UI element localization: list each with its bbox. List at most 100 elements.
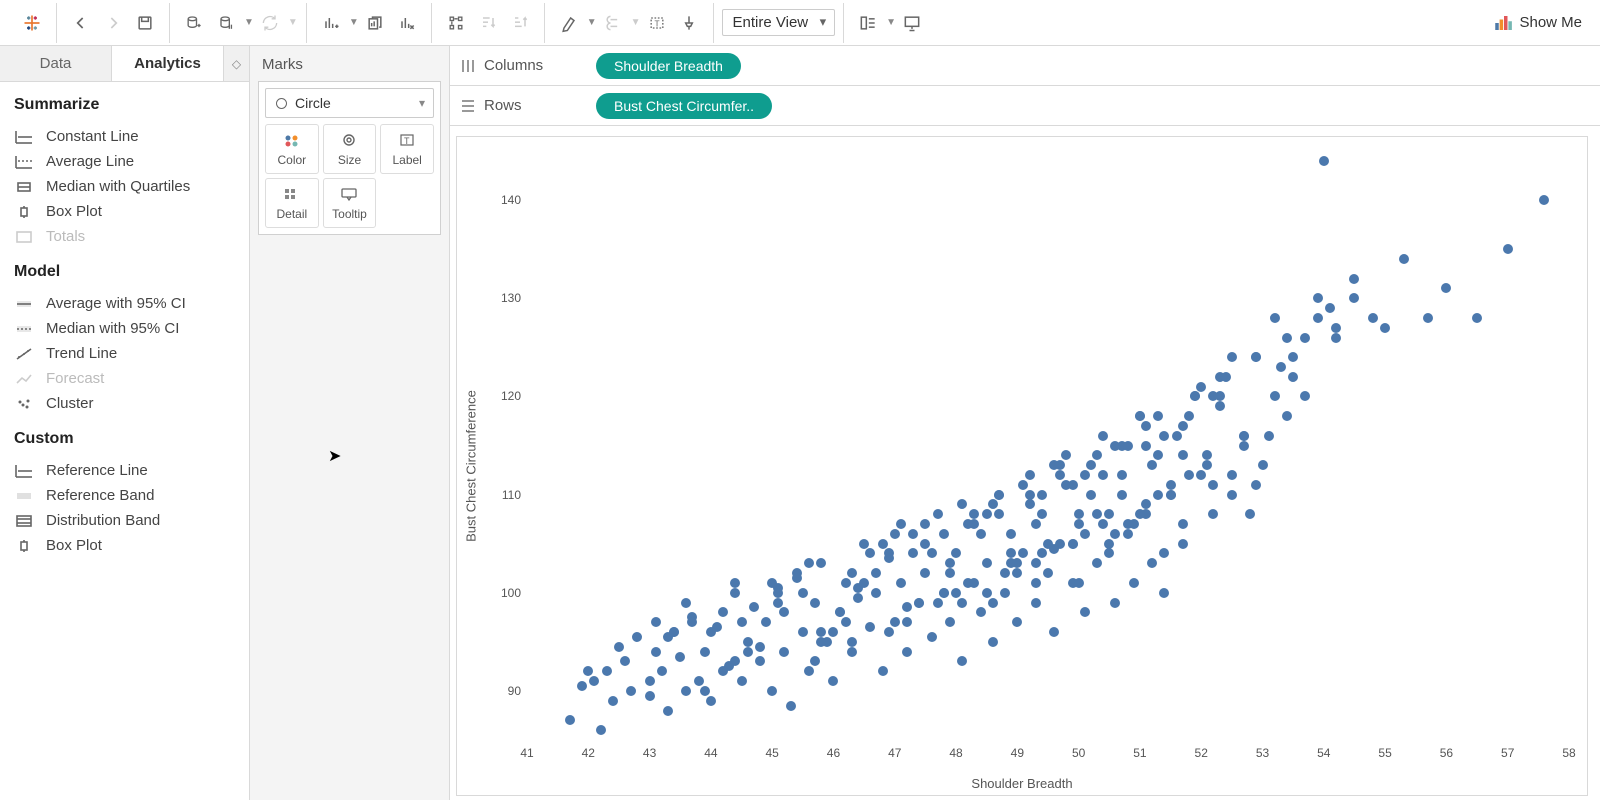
data-point[interactable] [1104, 539, 1114, 549]
data-point[interactable] [1110, 598, 1120, 608]
data-point[interactable] [1153, 411, 1163, 421]
data-point[interactable] [1270, 313, 1280, 323]
data-point[interactable] [730, 656, 740, 666]
data-point[interactable] [994, 509, 1004, 519]
data-point[interactable] [816, 637, 826, 647]
data-point[interactable] [810, 656, 820, 666]
data-point[interactable] [1166, 480, 1176, 490]
data-point[interactable] [737, 676, 747, 686]
analytics-item-reference-band[interactable]: Reference Band [14, 483, 235, 508]
analytics-item-box-plot[interactable]: Box Plot [14, 199, 235, 224]
data-point[interactable] [1031, 519, 1041, 529]
data-point[interactable] [583, 666, 593, 676]
data-point[interactable] [602, 666, 612, 676]
data-point[interactable] [614, 642, 624, 652]
data-point[interactable] [1331, 333, 1341, 343]
group-button[interactable]: ▼ [597, 7, 641, 39]
data-point[interactable] [669, 627, 679, 637]
data-point[interactable] [804, 666, 814, 676]
data-point[interactable] [982, 558, 992, 568]
data-point[interactable] [1018, 480, 1028, 490]
data-point[interactable] [1141, 441, 1151, 451]
clear-sheet-button[interactable] [391, 7, 423, 39]
data-point[interactable] [920, 568, 930, 578]
data-point[interactable] [1227, 490, 1237, 500]
redo-button[interactable] [97, 7, 129, 39]
data-point[interactable] [1098, 470, 1108, 480]
data-point[interactable] [1000, 588, 1010, 598]
data-point[interactable] [1227, 352, 1237, 362]
data-point[interactable] [927, 548, 937, 558]
data-point[interactable] [816, 627, 826, 637]
data-point[interactable] [1037, 509, 1047, 519]
data-point[interactable] [1251, 480, 1261, 490]
data-point[interactable] [1178, 539, 1188, 549]
tab-data[interactable]: Data [0, 46, 112, 81]
data-point[interactable] [1043, 539, 1053, 549]
new-worksheet-button[interactable]: ▼ [315, 7, 359, 39]
data-point[interactable] [694, 676, 704, 686]
analytics-item-median-with-quartiles[interactable]: Median with Quartiles [14, 174, 235, 199]
data-point[interactable] [1172, 431, 1182, 441]
data-point[interactable] [1074, 578, 1084, 588]
data-point[interactable] [1239, 441, 1249, 451]
data-point[interactable] [1080, 607, 1090, 617]
data-point[interactable] [1086, 490, 1096, 500]
data-point[interactable] [718, 607, 728, 617]
data-point[interactable] [1349, 274, 1359, 284]
data-point[interactable] [1117, 470, 1127, 480]
data-point[interactable] [1000, 568, 1010, 578]
data-point[interactable] [908, 529, 918, 539]
data-point[interactable] [743, 647, 753, 657]
data-point[interactable] [596, 725, 606, 735]
data-point[interactable] [902, 602, 912, 612]
data-point[interactable] [884, 548, 894, 558]
analytics-item-average-with-95-ci[interactable]: Average with 95% CI [14, 291, 235, 316]
sort-asc-button[interactable] [472, 7, 504, 39]
data-point[interactable] [927, 632, 937, 642]
data-point[interactable] [1300, 333, 1310, 343]
data-point[interactable] [1368, 313, 1378, 323]
data-point[interactable] [1074, 519, 1084, 529]
data-point[interactable] [1282, 333, 1292, 343]
data-point[interactable] [1006, 548, 1016, 558]
data-point[interactable] [651, 617, 661, 627]
data-point[interactable] [878, 666, 888, 676]
data-point[interactable] [1178, 519, 1188, 529]
data-point[interactable] [1074, 509, 1084, 519]
data-point[interactable] [565, 715, 575, 725]
data-point[interactable] [963, 519, 973, 529]
data-point[interactable] [835, 607, 845, 617]
data-point[interactable] [632, 632, 642, 642]
data-point[interactable] [939, 588, 949, 598]
data-point[interactable] [1190, 391, 1200, 401]
data-point[interactable] [1288, 352, 1298, 362]
data-point[interactable] [969, 509, 979, 519]
analytics-item-constant-line[interactable]: Constant Line [14, 124, 235, 149]
analytics-item-box-plot[interactable]: Box Plot [14, 533, 235, 558]
data-point[interactable] [945, 558, 955, 568]
data-point[interactable] [1110, 529, 1120, 539]
data-point[interactable] [847, 637, 857, 647]
data-point[interactable] [884, 627, 894, 637]
data-point[interactable] [890, 529, 900, 539]
data-point[interactable] [1123, 529, 1133, 539]
data-point[interactable] [1239, 431, 1249, 441]
data-point[interactable] [1049, 627, 1059, 637]
data-point[interactable] [902, 647, 912, 657]
data-point[interactable] [1055, 470, 1065, 480]
data-point[interactable] [1037, 548, 1047, 558]
data-point[interactable] [792, 568, 802, 578]
data-point[interactable] [645, 691, 655, 701]
data-point[interactable] [675, 652, 685, 662]
data-point[interactable] [700, 686, 710, 696]
analytics-item-reference-line[interactable]: Reference Line [14, 458, 235, 483]
data-point[interactable] [1092, 450, 1102, 460]
data-point[interactable] [1117, 490, 1127, 500]
fit-selector[interactable]: Entire View [722, 9, 836, 36]
data-point[interactable] [779, 607, 789, 617]
data-point[interactable] [841, 617, 851, 627]
data-point[interactable] [1184, 470, 1194, 480]
data-point[interactable] [1208, 391, 1218, 401]
data-point[interactable] [1098, 519, 1108, 529]
